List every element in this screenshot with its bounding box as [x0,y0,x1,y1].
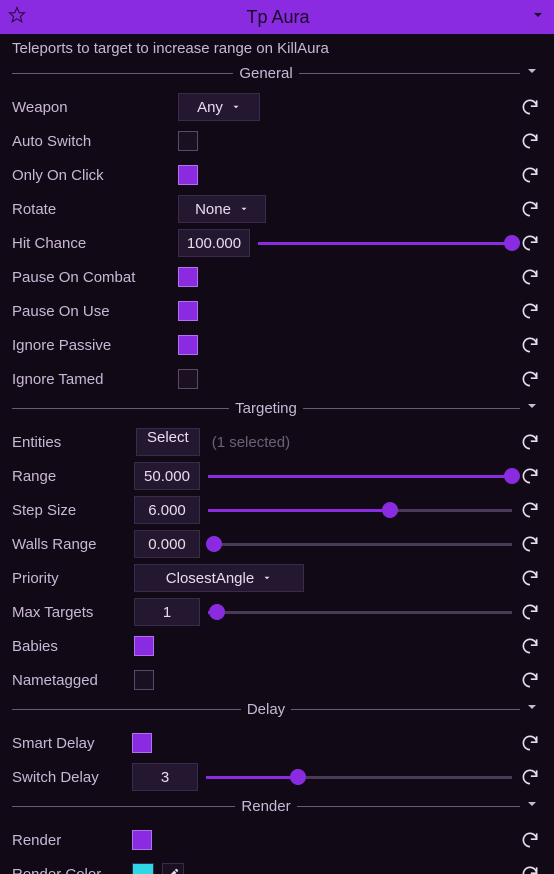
ignore-passive-label: Ignore Passive [12,337,170,354]
reset-button[interactable] [520,767,540,787]
range-slider[interactable] [208,466,512,486]
section-caret-icon [524,398,540,419]
ignore-tamed-checkbox[interactable] [178,369,198,389]
settings-panel: Teleports to target to increase range on… [0,34,554,874]
step-size-label: Step Size [12,502,126,519]
favorite-star-icon[interactable] [8,6,26,29]
priority-label: Priority [12,570,126,587]
section-delay[interactable]: Delay [12,699,540,720]
section-caret-icon [524,796,540,817]
pencil-icon [166,867,180,874]
chevron-down-icon [239,204,249,214]
rotate-label: Rotate [12,201,170,218]
entities-label: Entities [12,434,128,451]
switch-delay-input[interactable] [132,763,198,791]
reset-button[interactable] [520,432,540,452]
switch-delay-label: Switch Delay [12,769,124,786]
collapse-caret-icon[interactable] [530,7,546,28]
nametagged-label: Nametagged [12,672,126,689]
reset-button[interactable] [520,670,540,690]
pause-on-use-checkbox[interactable] [178,301,198,321]
reset-button[interactable] [520,602,540,622]
titlebar: Tp Aura [0,0,554,34]
reset-button[interactable] [520,335,540,355]
reset-button[interactable] [520,534,540,554]
walls-range-label: Walls Range [12,536,126,553]
reset-button[interactable] [520,466,540,486]
entities-select-button[interactable]: Select [136,428,200,456]
hit-chance-slider[interactable] [258,233,512,253]
color-picker-button[interactable] [162,863,184,874]
hit-chance-label: Hit Chance [12,235,170,252]
reset-button[interactable] [520,636,540,656]
reset-button[interactable] [520,830,540,850]
babies-checkbox[interactable] [134,636,154,656]
reset-button[interactable] [520,131,540,151]
auto-switch-checkbox[interactable] [178,131,198,151]
render-checkbox[interactable] [132,830,152,850]
reset-button[interactable] [520,733,540,753]
reset-button[interactable] [520,199,540,219]
rotate-select-value: None [195,201,231,218]
smart-delay-label: Smart Delay [12,735,124,752]
reset-button[interactable] [520,97,540,117]
section-label: Delay [241,701,291,718]
section-label: Render [235,798,296,815]
babies-label: Babies [12,638,126,655]
auto-switch-label: Auto Switch [12,133,170,150]
chevron-down-icon [231,102,241,112]
priority-select[interactable]: ClosestAngle [134,564,304,592]
step-size-input[interactable] [134,496,200,524]
priority-select-value: ClosestAngle [166,570,254,587]
pause-on-combat-checkbox[interactable] [178,267,198,287]
rotate-select[interactable]: None [178,195,266,223]
section-label: Targeting [229,400,303,417]
smart-delay-checkbox[interactable] [132,733,152,753]
range-label: Range [12,468,126,485]
weapon-select[interactable]: Any [178,93,260,121]
range-input[interactable] [134,462,200,490]
render-color-label: Render Color [12,866,124,874]
nametagged-checkbox[interactable] [134,670,154,690]
max-targets-slider[interactable] [208,602,512,622]
reset-button[interactable] [520,233,540,253]
module-description: Teleports to target to increase range on… [12,40,540,57]
ignore-tamed-label: Ignore Tamed [12,371,170,388]
switch-delay-slider[interactable] [206,767,512,787]
section-caret-icon [524,699,540,720]
hit-chance-input[interactable] [178,229,250,257]
only-on-click-checkbox[interactable] [178,165,198,185]
only-on-click-label: Only On Click [12,167,170,184]
walls-range-input[interactable] [134,530,200,558]
module-title: Tp Aura [26,7,530,28]
section-general[interactable]: General [12,63,540,84]
weapon-label: Weapon [12,99,170,116]
section-label: General [233,65,298,82]
reset-button[interactable] [520,165,540,185]
pause-on-combat-label: Pause On Combat [12,269,170,286]
reset-button[interactable] [520,267,540,287]
render-color-swatch[interactable] [132,863,154,874]
reset-button[interactable] [520,568,540,588]
chevron-down-icon [262,573,272,583]
walls-range-slider[interactable] [208,534,512,554]
reset-button[interactable] [520,500,540,520]
weapon-select-value: Any [197,99,223,116]
section-targeting[interactable]: Targeting [12,398,540,419]
entities-hint: (1 selected) [212,434,290,451]
max-targets-input[interactable] [134,598,200,626]
section-render[interactable]: Render [12,796,540,817]
section-caret-icon [524,63,540,84]
reset-button[interactable] [520,864,540,874]
reset-button[interactable] [520,301,540,321]
reset-button[interactable] [520,369,540,389]
step-size-slider[interactable] [208,500,512,520]
pause-on-use-label: Pause On Use [12,303,170,320]
ignore-passive-checkbox[interactable] [178,335,198,355]
render-label: Render [12,832,124,849]
max-targets-label: Max Targets [12,604,126,621]
